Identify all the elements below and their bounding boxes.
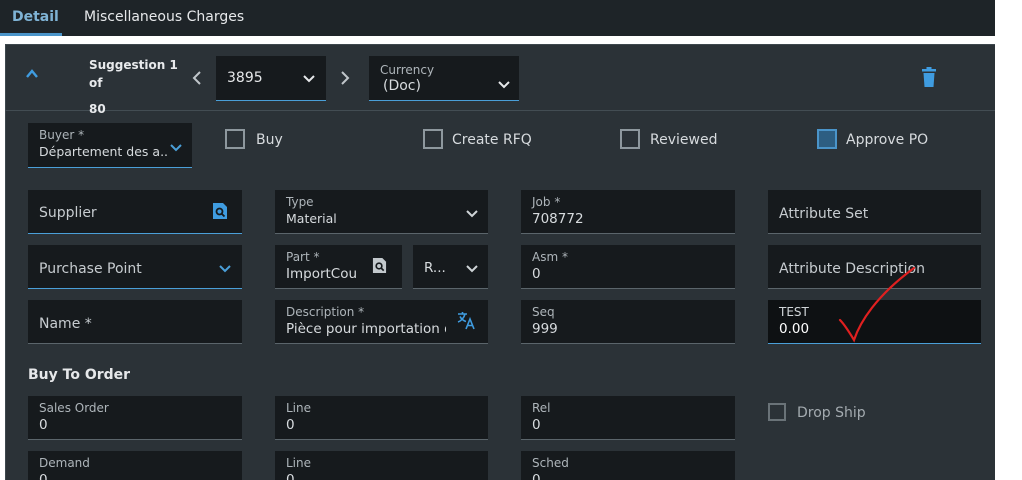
reviewed-checkbox[interactable] xyxy=(620,129,640,149)
asm-field[interactable]: Asm * 0 xyxy=(521,245,735,289)
reviewed-label: Reviewed xyxy=(650,132,718,148)
create-rfq-label: Create RFQ xyxy=(452,132,532,148)
buyer-label: Buyer * xyxy=(39,128,85,142)
demand-label: Demand xyxy=(39,456,90,470)
rel-value: 0 xyxy=(532,417,541,433)
translate-icon[interactable] xyxy=(456,310,476,330)
job-field[interactable]: Job * 708772 xyxy=(521,190,735,234)
revision-select[interactable]: R... xyxy=(413,245,488,289)
buyer-select[interactable]: Buyer * Département des a... xyxy=(28,123,192,168)
suggestion-counter-line1: Suggestion 1 of xyxy=(89,58,178,90)
description-value: Pièce pour importation d xyxy=(286,321,446,337)
attribute-set-placeholder: Attribute Set xyxy=(779,206,869,222)
demand-line-value: 0 xyxy=(286,472,295,480)
chevron-down-icon xyxy=(303,75,315,83)
approve-po-label: Approve PO xyxy=(846,132,929,148)
description-field[interactable]: Description * Pièce pour importation d xyxy=(275,300,488,344)
asm-value: 0 xyxy=(532,266,541,282)
suggestion-select-value: 3895 xyxy=(227,70,263,86)
type-select[interactable]: Type Material xyxy=(275,190,488,234)
type-value: Material xyxy=(286,211,337,226)
sales-order-field[interactable]: Sales Order 0 xyxy=(28,396,242,440)
drop-ship-label: Drop Ship xyxy=(797,405,866,421)
chevron-left-icon[interactable] xyxy=(190,70,204,86)
trash-icon[interactable] xyxy=(921,67,937,87)
supplier-field[interactable]: Supplier xyxy=(28,190,242,234)
chevron-up-icon[interactable] xyxy=(24,66,40,82)
approve-po-checkbox[interactable] xyxy=(817,129,837,149)
so-line-label: Line xyxy=(286,401,312,415)
chevron-down-icon xyxy=(219,265,231,273)
red-checkmark-annotation xyxy=(838,266,916,343)
currency-select[interactable]: Currency (Doc) xyxy=(369,56,519,101)
rel-label: Rel xyxy=(532,401,551,415)
seq-value: 999 xyxy=(532,321,558,337)
asm-label: Asm * xyxy=(532,250,568,264)
suggestion-counter: Suggestion 1 of 80 xyxy=(89,56,185,126)
search-document-icon[interactable] xyxy=(372,257,387,274)
job-label: Job * xyxy=(532,195,561,209)
seq-field[interactable]: Seq 999 xyxy=(521,300,735,344)
rel-field[interactable]: Rel 0 xyxy=(521,396,735,440)
sched-value: 0 xyxy=(532,472,541,480)
sched-field[interactable]: Sched 0 xyxy=(521,451,735,480)
test-value: 0.00 xyxy=(779,321,810,337)
part-label: Part * xyxy=(286,250,320,264)
create-rfq-checkbox[interactable] xyxy=(423,129,443,149)
tab-miscellaneous-charges[interactable]: Miscellaneous Charges xyxy=(84,9,244,25)
demand-line-label: Line xyxy=(286,456,312,470)
buy-checkbox[interactable] xyxy=(225,129,245,149)
so-line-value: 0 xyxy=(286,417,295,433)
active-tab-indicator xyxy=(0,33,62,36)
sales-order-value: 0 xyxy=(39,417,48,433)
revision-value: R... xyxy=(424,260,446,276)
buy-label: Buy xyxy=(256,132,283,148)
currency-label: Currency xyxy=(380,63,435,77)
name-field[interactable]: Name * xyxy=(28,300,242,344)
chevron-right-icon[interactable] xyxy=(338,70,352,86)
currency-value: (Doc) xyxy=(383,78,421,94)
name-placeholder: Name * xyxy=(39,316,92,332)
part-field[interactable]: Part * ImportCou xyxy=(275,245,402,289)
suggestion-select[interactable]: 3895 xyxy=(216,56,326,101)
tab-detail[interactable]: Detail xyxy=(12,9,59,25)
demand-value: 0 xyxy=(39,472,48,480)
seq-label: Seq xyxy=(532,305,555,319)
buyer-value: Département des a... xyxy=(39,144,169,159)
chevron-down-icon xyxy=(170,144,182,152)
search-document-icon[interactable] xyxy=(212,202,228,220)
demand-field[interactable]: Demand 0 xyxy=(28,451,242,480)
type-label: Type xyxy=(286,195,314,209)
attribute-set-field[interactable]: Attribute Set xyxy=(768,190,981,234)
supplier-placeholder: Supplier xyxy=(39,205,97,221)
so-line-field[interactable]: Line 0 xyxy=(275,396,488,440)
description-label: Description * xyxy=(286,305,365,319)
sales-order-label: Sales Order xyxy=(39,401,109,415)
buy-to-order-title: Buy To Order xyxy=(28,367,131,383)
suggestion-counter-line2: 80 xyxy=(89,102,106,116)
drop-ship-checkbox[interactable] xyxy=(768,403,786,421)
part-value: ImportCou xyxy=(286,266,358,282)
chevron-down-icon xyxy=(498,81,510,89)
demand-line-field[interactable]: Line 0 xyxy=(275,451,488,480)
tab-bar: Detail Miscellaneous Charges xyxy=(0,0,995,36)
job-value: 708772 xyxy=(532,211,584,227)
sched-label: Sched xyxy=(532,456,569,470)
chevron-down-icon xyxy=(466,210,478,218)
purchase-point-placeholder: Purchase Point xyxy=(39,261,142,277)
purchase-point-select[interactable]: Purchase Point xyxy=(28,245,242,289)
chevron-down-icon xyxy=(466,265,478,273)
test-label: TEST xyxy=(779,305,809,319)
